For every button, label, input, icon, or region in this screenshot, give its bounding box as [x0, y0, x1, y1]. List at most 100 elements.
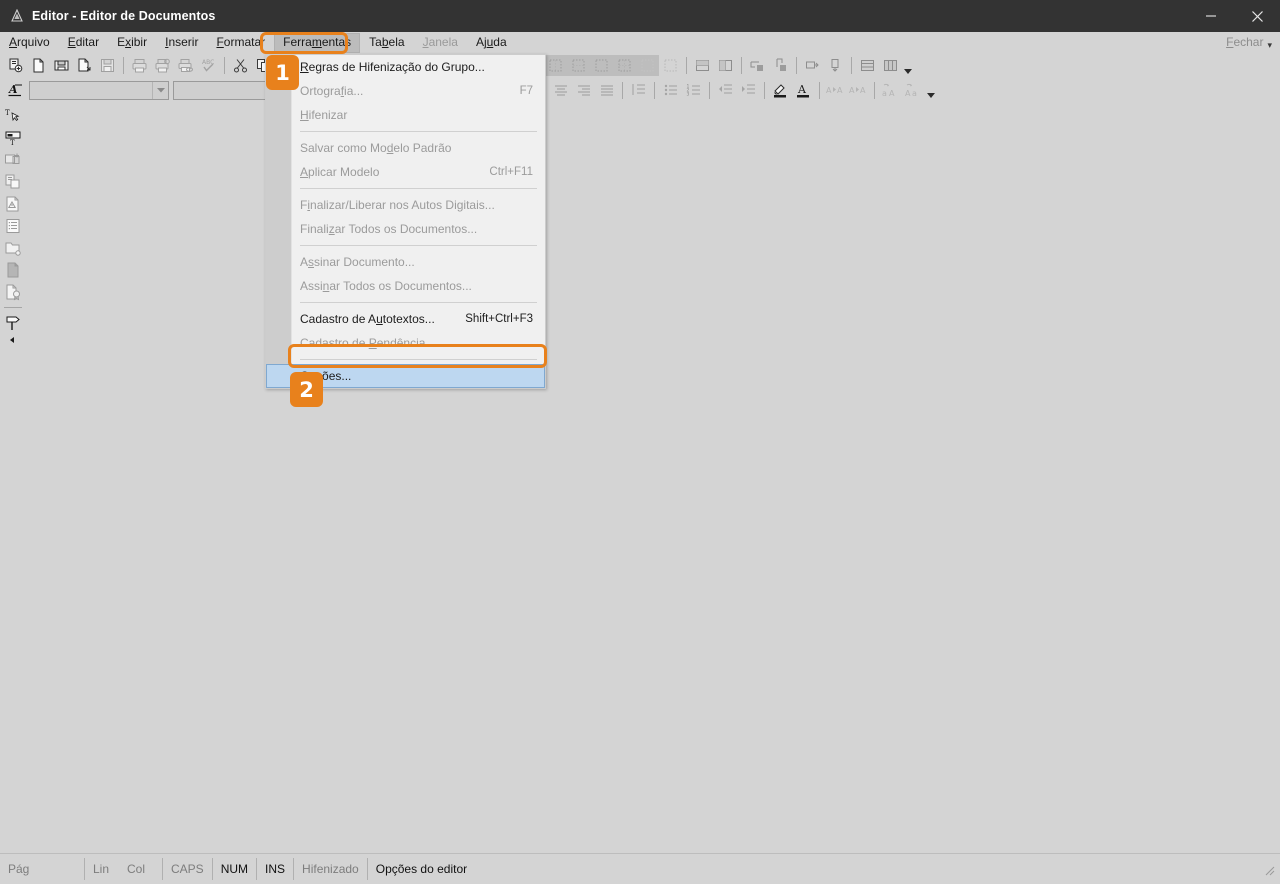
menu-separator	[300, 188, 537, 189]
chevron-down-icon[interactable]	[152, 81, 168, 99]
menu-item-cadastro-autotextos[interactable]: Cadastro de Autotextos... Shift+Ctrl+F3	[266, 307, 545, 331]
status-caps[interactable]: CAPS	[163, 858, 213, 880]
border-style-3-icon[interactable]	[567, 55, 590, 77]
toolbar-separator	[819, 81, 820, 99]
close-icon[interactable]	[1234, 0, 1280, 32]
insert-warning-icon[interactable]	[1, 193, 25, 215]
delete-column-icon[interactable]	[824, 55, 847, 77]
menu-separator	[300, 302, 537, 303]
chevron-down-icon[interactable]: ▾	[1267, 41, 1272, 50]
overflow-arrow-icon[interactable]	[925, 77, 937, 103]
print-icon[interactable]	[128, 55, 151, 77]
menu-item-assinar-todos-documentos: Assinar Todos os Documentos...	[266, 274, 545, 298]
insert-seal-icon[interactable]	[1, 281, 25, 303]
cut-icon[interactable]	[229, 55, 252, 77]
menu-separator	[300, 131, 537, 132]
insert-list-icon[interactable]	[1, 215, 25, 237]
minimize-icon[interactable]	[1188, 0, 1234, 32]
decrease-font-icon[interactable]: AA	[847, 79, 870, 101]
menu-inserir[interactable]: Inserir	[156, 33, 207, 53]
menu-item-label: Cadastro de Autotextos...	[300, 312, 435, 326]
open-document-icon[interactable]	[73, 55, 96, 77]
decrease-indent-icon[interactable]	[714, 79, 737, 101]
insert-folder-icon[interactable]	[1, 237, 25, 259]
document-canvas[interactable]	[26, 102, 1280, 854]
status-hifenizado[interactable]: Hifenizado	[294, 858, 368, 880]
font-name-combo[interactable]	[29, 80, 169, 100]
align-justify-icon[interactable]	[595, 79, 618, 101]
font-color-icon[interactable]: A	[792, 79, 815, 101]
table-autoformat-icon[interactable]	[856, 55, 879, 77]
menu-editar[interactable]: Editar	[59, 33, 108, 53]
menu-item-shortcut: F7	[519, 85, 533, 97]
insert-object-icon[interactable]	[1, 171, 25, 193]
svg-text:3: 3	[686, 92, 689, 98]
menu-formatar[interactable]: Formatar	[207, 33, 274, 53]
resize-grip-icon[interactable]	[1260, 861, 1276, 877]
toolbar-separator	[622, 81, 623, 99]
spellcheck-icon[interactable]: ABC	[197, 55, 220, 77]
menu-item-label: Finalizar/Liberar nos Autos Digitais...	[300, 198, 495, 212]
menubar-close-document[interactable]: Fechar	[1217, 32, 1267, 53]
merge-cells-icon[interactable]	[691, 55, 714, 77]
border-style-4-icon[interactable]	[590, 55, 613, 77]
new-document-icon[interactable]	[4, 55, 27, 77]
table-properties-icon[interactable]	[879, 55, 902, 77]
print-direct-icon[interactable]	[174, 55, 197, 77]
status-ins[interactable]: INS	[257, 858, 295, 880]
split-cells-icon[interactable]	[714, 55, 737, 77]
open-folder-icon[interactable]	[50, 55, 73, 77]
menu-ajuda[interactable]: Ajuda	[467, 33, 516, 53]
menu-item-label: Finalizar Todos os Documentos...	[300, 222, 478, 236]
status-lin-label: Lin	[93, 862, 110, 876]
select-text-icon[interactable]: T	[1, 105, 25, 127]
insert-row-icon[interactable]	[746, 55, 769, 77]
table-grid-icon[interactable]	[659, 55, 682, 77]
status-bar: Pág Lin Col CAPS NUM INS Hifenizado Opçõ…	[0, 853, 1280, 884]
numbered-list-icon[interactable]: 123	[682, 79, 705, 101]
status-num[interactable]: NUM	[213, 858, 258, 880]
insert-column-icon[interactable]	[769, 55, 792, 77]
insert-text-box-icon[interactable]: T	[1, 127, 25, 149]
svg-text:a: a	[912, 89, 917, 98]
delete-row-icon[interactable]	[801, 55, 824, 77]
menu-tabela[interactable]: Tabela	[360, 33, 413, 53]
svg-text:A: A	[826, 86, 832, 95]
overflow-left-arrow-icon[interactable]	[1, 334, 25, 346]
paragraph-style-icon[interactable]: A	[4, 79, 27, 101]
menu-item-ortografia: Ortografia... F7	[266, 79, 545, 103]
border-style-6-icon[interactable]	[636, 55, 659, 77]
format-brush-icon[interactable]	[1, 312, 25, 334]
lowercase-icon[interactable]: Aa	[902, 79, 925, 101]
increase-font-icon[interactable]: AA	[824, 79, 847, 101]
increase-indent-icon[interactable]	[737, 79, 760, 101]
border-style-2-icon[interactable]	[544, 55, 567, 77]
menu-item-assinar-documento: Assinar Documento...	[266, 250, 545, 274]
border-style-5-icon[interactable]	[613, 55, 636, 77]
highlight-color-icon[interactable]	[769, 79, 792, 101]
step-2-badge: 2	[290, 372, 323, 407]
insert-frame-icon[interactable]	[1, 149, 25, 171]
menu-item-regras-hifenizacao[interactable]: Regras de Hifenização do Grupo...	[266, 55, 545, 79]
uppercase-icon[interactable]: aA	[879, 79, 902, 101]
line-spacing-icon[interactable]	[627, 79, 650, 101]
insert-page-icon[interactable]	[1, 259, 25, 281]
print-preview-icon[interactable]	[151, 55, 174, 77]
blank-page-icon[interactable]	[27, 55, 50, 77]
toolbar-primary: ABC	[0, 53, 1280, 78]
toolbar-secondary: A B I U 123 A AA AA aA Aa	[0, 78, 1280, 102]
toolbar-separator	[741, 57, 742, 74]
overflow-arrow-icon[interactable]	[902, 53, 914, 79]
svg-text:A: A	[797, 83, 807, 96]
toolbar-separator	[709, 81, 710, 99]
menu-item-label: Assinar Documento...	[300, 255, 415, 269]
align-center-icon[interactable]	[549, 79, 572, 101]
menu-item-hifenizar: Hifenizar	[266, 103, 545, 127]
save-icon[interactable]	[96, 55, 119, 77]
menu-arquivo[interactable]: Arquivo	[0, 33, 59, 53]
menu-exibir[interactable]: Exibir	[108, 33, 156, 53]
menu-ferramentas[interactable]: Ferramentas	[274, 32, 361, 53]
align-right-icon[interactable]	[572, 79, 595, 101]
toolbar-separator	[851, 57, 852, 74]
bullet-list-icon[interactable]	[659, 79, 682, 101]
